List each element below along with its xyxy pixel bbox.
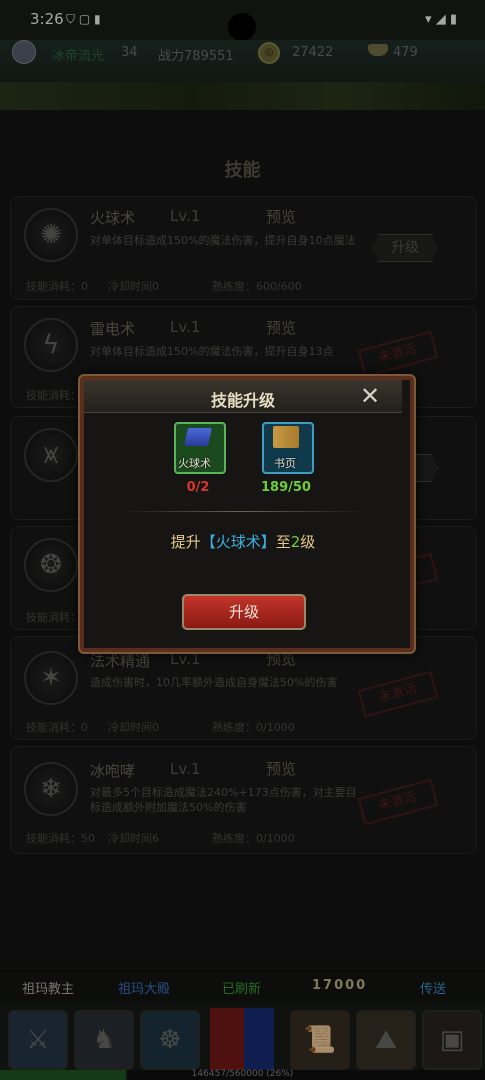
close-icon[interactable]: ✕ (360, 384, 380, 408)
upgrade-skill: 【火球术】 (200, 533, 276, 551)
upgrade-description: 提升【火球术】至2级 (84, 531, 402, 552)
item-label: 火球术 (178, 457, 211, 470)
upgrade-button[interactable]: 升级 (182, 594, 306, 630)
item-label: 书页 (274, 457, 296, 470)
divider (120, 511, 364, 512)
upgrade-prefix: 提升 (170, 533, 201, 551)
item-count: 189/50 (261, 480, 311, 495)
upgrade-mid: 至 (275, 533, 291, 551)
pages-icon (273, 426, 299, 448)
book-icon (184, 428, 212, 446)
upgrade-level: 2级 (290, 533, 316, 551)
item-count: 0/2 (186, 480, 210, 495)
dialog-title: 技能升级 (210, 391, 275, 410)
